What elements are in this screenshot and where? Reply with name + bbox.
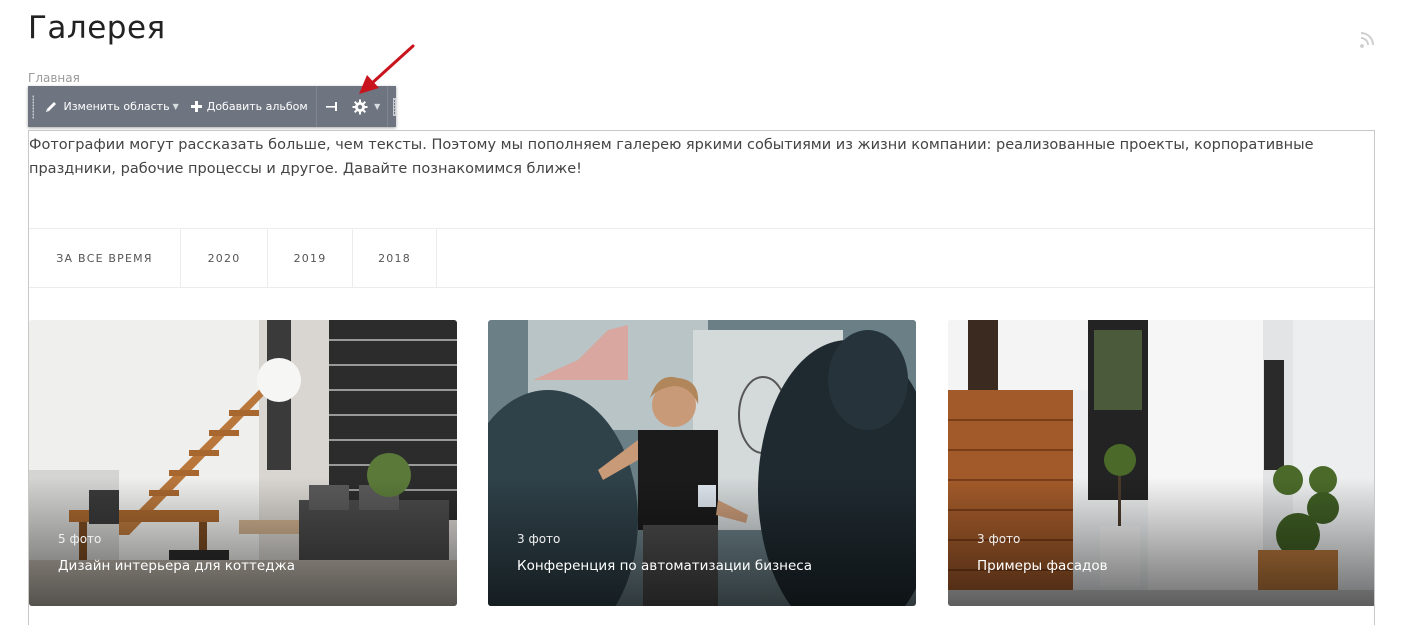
add-album-button[interactable]: Добавить альбом	[185, 86, 314, 127]
tab-2020[interactable]: 2020	[181, 229, 268, 287]
pin-button[interactable]	[317, 86, 348, 127]
page-title: Галерея	[28, 10, 166, 46]
gallery-content: Фотографии могут рассказать больше, чем …	[28, 130, 1375, 625]
year-filter-tabs: ЗА ВСЕ ВРЕМЯ 2020 2019 2018	[29, 228, 1374, 288]
album-title: Конференция по автоматизации бизнеса	[517, 558, 813, 574]
tab-all-time[interactable]: ЗА ВСЕ ВРЕМЯ	[29, 229, 181, 287]
annotation-arrow-icon	[359, 44, 415, 94]
chevron-down-icon: ▼	[374, 102, 381, 111]
photo-count: 3 фото	[977, 532, 1021, 546]
gear-icon	[352, 99, 368, 114]
breadcrumb-home-link[interactable]: Главная	[28, 71, 80, 85]
album-title: Дизайн интерьера для коттеджа	[58, 558, 295, 574]
chevron-down-icon: ▼	[172, 102, 179, 111]
intro-text: Фотографии могут рассказать больше, чем …	[29, 137, 1314, 177]
drag-handle-icon[interactable]	[32, 94, 35, 119]
edit-area-label: Изменить область	[63, 100, 170, 113]
pin-icon	[326, 102, 338, 111]
tab-2019[interactable]: 2019	[268, 229, 353, 287]
add-album-label: Добавить альбом	[206, 100, 308, 113]
tab-2018[interactable]: 2018	[353, 229, 437, 287]
photo-count: 5 фото	[58, 532, 102, 546]
album-title: Примеры фасадов	[977, 558, 1108, 574]
edit-toolbar: Изменить область ▼ Добавить альбом ▼	[28, 86, 396, 127]
breadcrumb[interactable]: Главная	[28, 71, 80, 85]
plus-icon	[190, 101, 202, 112]
rss-icon[interactable]	[1358, 28, 1378, 48]
photo-count: 3 фото	[517, 532, 561, 546]
album-card[interactable]: 3 фото Примеры фасадов	[948, 320, 1374, 606]
pencil-icon	[46, 101, 57, 112]
resize-handle-icon[interactable]	[392, 97, 396, 116]
album-card[interactable]: 3 фото Конференция по автоматизации бизн…	[488, 320, 916, 606]
edit-area-button[interactable]: Изменить область ▼	[38, 86, 184, 127]
album-card[interactable]: 5 фото Дизайн интерьера для коттеджа	[29, 320, 457, 606]
